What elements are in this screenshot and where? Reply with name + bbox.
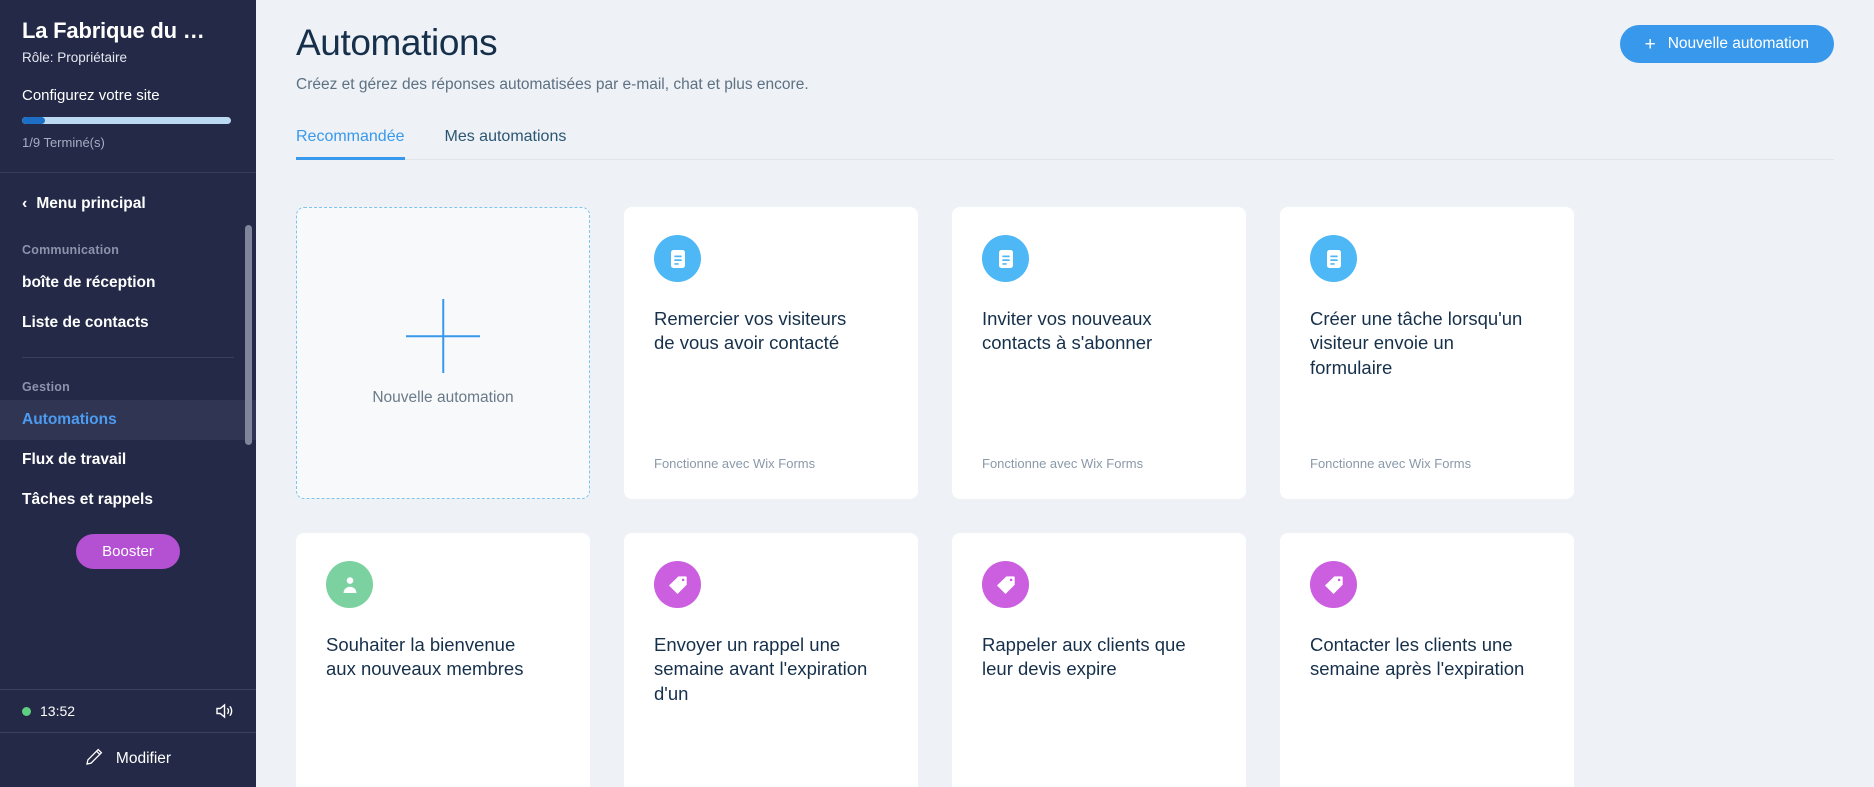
status-time-group: 13:52 [22,703,75,719]
document-icon [982,235,1029,282]
sidebar-section-communication: Communication boîte de réception Liste d… [0,221,256,343]
new-automation-card[interactable]: Nouvelle automation [296,207,590,499]
back-to-main-menu-label: Menu principal [36,195,146,212]
tabs: Recommandée Mes automations [296,128,1834,160]
pencil-icon [85,747,104,771]
tag-icon [654,561,701,608]
automation-card[interactable]: Envoyer un rappel une semaine avant l'ex… [624,533,918,787]
sidebar: La Fabrique du … Rôle: Propriétaire Conf… [0,0,256,787]
status-time: 13:52 [40,703,76,719]
tab-recommandee[interactable]: Recommandée [296,128,405,160]
sidebar-item-inbox[interactable]: boîte de réception [0,263,256,303]
booster-button[interactable]: Booster [76,534,180,569]
tag-icon [1310,561,1357,608]
automation-card[interactable]: Contacter les clients une semaine après … [1280,533,1574,787]
automation-card-title: Contacter les clients une semaine après … [1310,634,1525,680]
back-to-main-menu[interactable]: ‹ Menu principal [0,177,256,221]
sidebar-section-label: Communication [22,243,120,257]
automation-card-footer: Fonctionne avec Wix Forms [1310,456,1472,471]
tab-mes-automations[interactable]: Mes automations [445,128,567,159]
new-automation-button[interactable]: + Nouvelle automation [1619,25,1834,63]
tag-icon [982,561,1029,608]
automation-card[interactable]: Créer une tâche lorsqu'un visiteur envoi… [1280,207,1574,499]
sidebar-item-workflows[interactable]: Flux de travail [0,440,256,480]
automation-card[interactable]: Rappeler aux clients que leur devis expi… [952,533,1246,787]
page-header: Automations Créez et gérez des réponses … [256,0,1874,94]
app-root: La Fabrique du … Rôle: Propriétaire Conf… [0,0,1874,787]
document-icon [654,235,701,282]
edit-site-button[interactable]: Modifier [0,732,256,787]
automation-card-footer: Fonctionne avec Wix Forms [982,456,1144,471]
sidebar-nav: ‹ Menu principal Communication boîte de … [0,173,256,689]
site-title: La Fabrique du … [22,18,205,43]
automation-card[interactable]: Souhaiter la bienvenue aux nouveaux memb… [296,533,590,787]
chevron-left-icon: ‹ [22,195,28,212]
automation-card[interactable]: Inviter vos nouveaux contacts à s'abonne… [952,207,1246,499]
plus-large-icon [406,299,480,373]
setup-progress-bar [22,117,231,124]
automation-card-title: Souhaiter la bienvenue aux nouveaux memb… [326,634,524,680]
new-automation-label: Nouvelle automation [1667,35,1809,52]
sidebar-item-automations[interactable]: Automations [0,400,256,440]
edit-site-label: Modifier [115,750,172,767]
sidebar-section-label: Gestion [22,380,70,394]
automation-card-title: Envoyer un rappel une semaine avant l'ex… [654,634,868,704]
plus-icon: + [1644,33,1656,55]
sidebar-scrollbar[interactable] [245,225,252,445]
page-subtitle: Créez et gérez des réponses automatisées… [296,76,809,93]
sidebar-item-contacts[interactable]: Liste de contacts [0,303,256,343]
online-status-dot [22,706,31,716]
automation-card-title: Remercier vos visiteurs de vous avoir co… [654,308,847,354]
site-role: Rôle: Propriétaire [22,50,128,65]
automation-card-title: Rappeler aux clients que leur devis expi… [982,634,1186,680]
person-icon [326,561,373,608]
main-content: Automations Créez et gérez des réponses … [256,0,1874,787]
page-title: Automations [296,22,498,63]
setup-site-link[interactable]: Configurez votre site [22,87,234,104]
automation-card-grid: Nouvelle automation Remercier vos visite… [256,160,1874,787]
setup-progress-label: 1/9 Terminé(s) [22,135,105,150]
automation-card-title: Inviter vos nouveaux contacts à s'abonne… [982,308,1153,354]
sidebar-item-tasks-reminders[interactable]: Tâches et rappels [0,480,256,520]
booster-container: Booster [0,520,256,589]
sidebar-status-bar: 13:52 [0,689,256,732]
new-automation-card-label: Nouvelle automation [372,389,514,406]
document-icon [1310,235,1357,282]
automation-card[interactable]: Remercier vos visiteurs de vous avoir co… [624,207,918,499]
automation-card-title: Créer une tâche lorsqu'un visiteur envoi… [1310,308,1523,378]
sidebar-header: La Fabrique du … Rôle: Propriétaire Conf… [0,0,256,150]
speaker-icon[interactable] [214,702,234,720]
setup-progress-fill [22,117,45,124]
sidebar-section-gestion: Gestion Automations Flux de travail Tâch… [0,358,256,520]
automation-card-footer: Fonctionne avec Wix Forms [654,456,816,471]
